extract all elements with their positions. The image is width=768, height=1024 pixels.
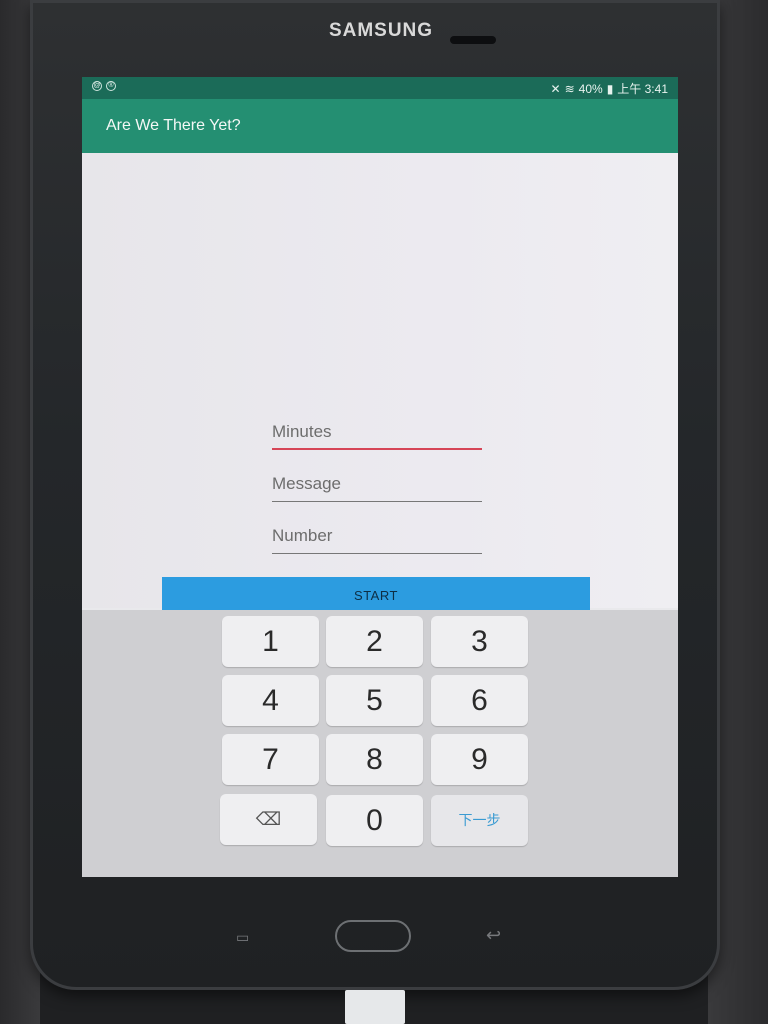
backspace-icon: ⌫ bbox=[255, 809, 282, 829]
clock: 上午 3:41 bbox=[617, 82, 668, 96]
status-bar: @ ® ✕ ≋ 40% ▮ 上午 3:41 bbox=[82, 77, 678, 99]
front-camera bbox=[450, 36, 496, 44]
numeric-keyboard: 1 2 3 4 5 6 7 8 9 ⌫ 0 下一步 bbox=[82, 610, 678, 877]
key-4[interactable]: 4 bbox=[222, 675, 319, 726]
start-button[interactable]: START bbox=[162, 577, 590, 611]
message-field[interactable]: Message bbox=[272, 470, 482, 502]
number-field[interactable]: Number bbox=[272, 522, 482, 554]
mute-icon: ✕ bbox=[550, 81, 561, 96]
key-1[interactable]: 1 bbox=[222, 616, 319, 667]
notification-icon: ® bbox=[106, 81, 116, 91]
minutes-field[interactable]: Minutes bbox=[272, 418, 482, 450]
message-underline bbox=[272, 501, 482, 502]
next-key[interactable]: 下一步 bbox=[431, 795, 528, 846]
key-5[interactable]: 5 bbox=[326, 675, 423, 726]
wifi-icon: ≋ bbox=[564, 81, 575, 96]
home-button[interactable] bbox=[335, 920, 411, 952]
backspace-key[interactable]: ⌫ bbox=[220, 794, 317, 845]
battery-percent: 40% bbox=[578, 81, 603, 96]
number-underline bbox=[272, 553, 482, 554]
screen: @ ® ✕ ≋ 40% ▮ 上午 3:41 Are We There Yet? … bbox=[82, 77, 678, 877]
notification-icon: @ bbox=[92, 81, 102, 91]
key-7[interactable]: 7 bbox=[222, 734, 319, 785]
key-2[interactable]: 2 bbox=[326, 616, 423, 667]
key-6[interactable]: 6 bbox=[431, 675, 528, 726]
charging-cable bbox=[345, 990, 405, 1024]
minutes-underline bbox=[272, 448, 482, 450]
app-title: Are We There Yet? bbox=[106, 117, 241, 134]
minutes-placeholder: Minutes bbox=[272, 422, 332, 441]
key-3[interactable]: 3 bbox=[431, 616, 528, 667]
key-8[interactable]: 8 bbox=[326, 734, 423, 785]
recent-apps-icon[interactable]: ▭ bbox=[236, 929, 249, 946]
battery-icon: ▮ bbox=[606, 81, 614, 96]
back-icon[interactable]: ↩ bbox=[486, 925, 501, 946]
brand-logo: SAMSUNG bbox=[328, 20, 434, 41]
form-area: Minutes Message Number bbox=[82, 153, 678, 608]
key-0[interactable]: 0 bbox=[326, 795, 423, 846]
key-9[interactable]: 9 bbox=[431, 734, 528, 785]
message-placeholder: Message bbox=[272, 474, 341, 493]
app-bar: Are We There Yet? bbox=[82, 99, 678, 153]
number-placeholder: Number bbox=[272, 526, 333, 545]
